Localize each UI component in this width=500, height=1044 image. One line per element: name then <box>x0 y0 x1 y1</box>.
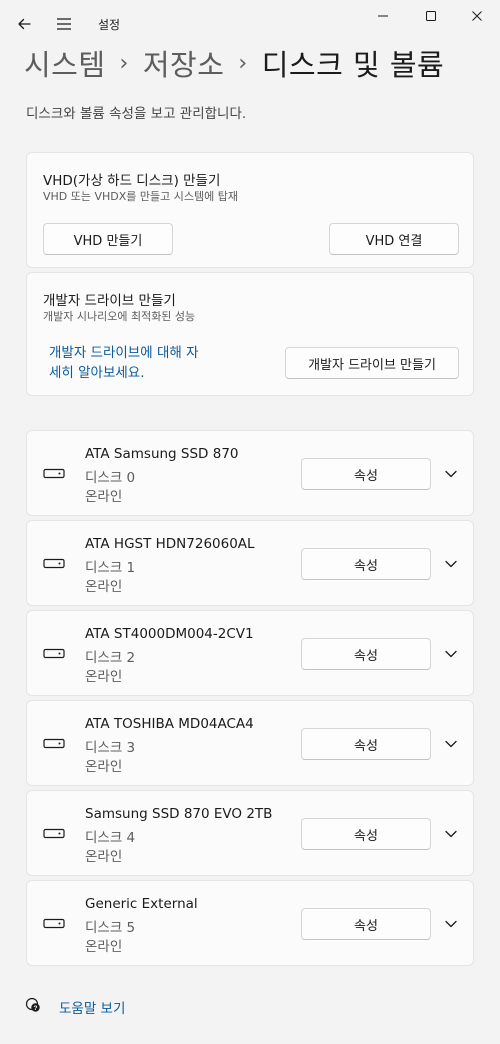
back-arrow-icon[interactable] <box>8 8 40 40</box>
disk-status: 온라인 <box>85 759 123 775</box>
svg-text:?: ? <box>34 1005 38 1012</box>
hamburger-menu-icon[interactable] <box>48 8 80 40</box>
chevron-down-icon[interactable] <box>439 824 463 844</box>
page-title: 디스크 및 볼륨 <box>261 48 445 82</box>
hard-drive-icon <box>43 555 65 574</box>
breadcrumb: 시스템 › 저장소 › 디스크 및 볼륨 <box>24 40 494 86</box>
disk-number: 디스크 2 <box>85 650 136 666</box>
disk-properties-button[interactable]: 속성 <box>301 908 431 940</box>
disk-name: Samsung SSD 870 EVO 2TB <box>85 806 273 822</box>
disk-row[interactable]: ATA ST4000DM004-2CV1 디스크 2 온라인 속성 <box>26 610 474 696</box>
disk-number: 디스크 0 <box>85 470 136 486</box>
chevron-down-icon[interactable] <box>439 644 463 664</box>
hard-drive-icon <box>43 645 65 664</box>
disk-row[interactable]: Samsung SSD 870 EVO 2TB 디스크 4 온라인 속성 <box>26 790 474 876</box>
disk-row[interactable]: ATA Samsung SSD 870 디스크 0 온라인 속성 <box>26 430 474 516</box>
dev-drive-learn-more-link[interactable]: 개발자 드라이브에 대해 자 세히 알아보세요. <box>49 343 239 383</box>
disk-number: 디스크 3 <box>85 740 136 756</box>
breadcrumb-item-storage[interactable]: 저장소 <box>143 42 225 84</box>
disk-properties-button[interactable]: 속성 <box>301 638 431 670</box>
vhd-card: VHD(가상 하드 디스크) 만들기 VHD 또는 VHDX를 만들고 시스템에… <box>26 152 474 268</box>
chevron-right-icon: › <box>119 50 129 76</box>
hard-drive-icon <box>43 825 65 844</box>
close-icon[interactable] <box>460 0 494 32</box>
disk-row[interactable]: Generic External 디스크 5 온라인 속성 <box>26 880 474 966</box>
disk-row[interactable]: ATA TOSHIBA MD04ACA4 디스크 3 온라인 속성 <box>26 700 474 786</box>
help-link-label: 도움말 보기 <box>59 1001 126 1017</box>
help-link[interactable]: ? 도움말 보기 <box>24 996 125 1018</box>
vhd-card-title: VHD(가상 하드 디스크) 만들기 <box>43 173 221 189</box>
dev-drive-card-title: 개발자 드라이브 만들기 <box>43 293 176 309</box>
vhd-card-subtitle: VHD 또는 VHDX를 만들고 시스템에 탑재 <box>43 190 238 203</box>
page-description: 디스크와 볼륨 속성을 보고 관리합니다. <box>26 106 247 122</box>
hard-drive-icon <box>43 735 65 754</box>
disk-status: 온라인 <box>85 939 123 955</box>
create-vhd-button[interactable]: VHD 만들기 <box>43 223 173 255</box>
disk-name: ATA ST4000DM004-2CV1 <box>85 626 254 642</box>
disk-status: 온라인 <box>85 669 123 685</box>
hard-drive-icon <box>43 915 65 934</box>
minimize-icon[interactable] <box>368 0 398 32</box>
disk-status: 온라인 <box>85 579 123 595</box>
disk-properties-button[interactable]: 속성 <box>301 818 431 850</box>
disk-name: ATA TOSHIBA MD04ACA4 <box>85 716 254 732</box>
disk-properties-button[interactable]: 속성 <box>301 458 431 490</box>
disk-row[interactable]: ATA HGST HDN726060AL 디스크 1 온라인 속성 <box>26 520 474 606</box>
dev-drive-card-subtitle: 개발자 시나리오에 최적화된 성능 <box>43 310 196 323</box>
chevron-down-icon[interactable] <box>439 554 463 574</box>
help-chat-icon: ? <box>24 996 42 1018</box>
attach-vhd-button[interactable]: VHD 연결 <box>329 223 459 255</box>
disk-properties-button[interactable]: 속성 <box>301 728 431 760</box>
link-line-2: 세히 알아보세요. <box>49 365 145 381</box>
hard-drive-icon <box>43 465 65 484</box>
chevron-down-icon[interactable] <box>439 464 463 484</box>
chevron-down-icon[interactable] <box>439 914 463 934</box>
disk-name: Generic External <box>85 896 198 912</box>
disk-status: 온라인 <box>85 849 123 865</box>
disk-number: 디스크 1 <box>85 560 136 576</box>
disk-name: ATA HGST HDN726060AL <box>85 536 255 552</box>
breadcrumb-item-system[interactable]: 시스템 <box>24 42 106 84</box>
link-line-1: 개발자 드라이브에 대해 자 <box>49 345 199 361</box>
create-dev-drive-button[interactable]: 개발자 드라이브 만들기 <box>285 347 459 379</box>
chevron-down-icon[interactable] <box>439 734 463 754</box>
disk-name: ATA Samsung SSD 870 <box>85 446 239 462</box>
disk-status: 온라인 <box>85 489 123 505</box>
window-title: 설정 <box>98 18 121 32</box>
disk-number: 디스크 4 <box>85 830 136 846</box>
chevron-right-icon: › <box>238 50 248 76</box>
dev-drive-card: 개발자 드라이브 만들기 개발자 시나리오에 최적화된 성능 개발자 드라이브에… <box>26 272 474 396</box>
disk-number: 디스크 5 <box>85 920 136 936</box>
disk-properties-button[interactable]: 속성 <box>301 548 431 580</box>
maximize-icon[interactable] <box>414 0 448 32</box>
